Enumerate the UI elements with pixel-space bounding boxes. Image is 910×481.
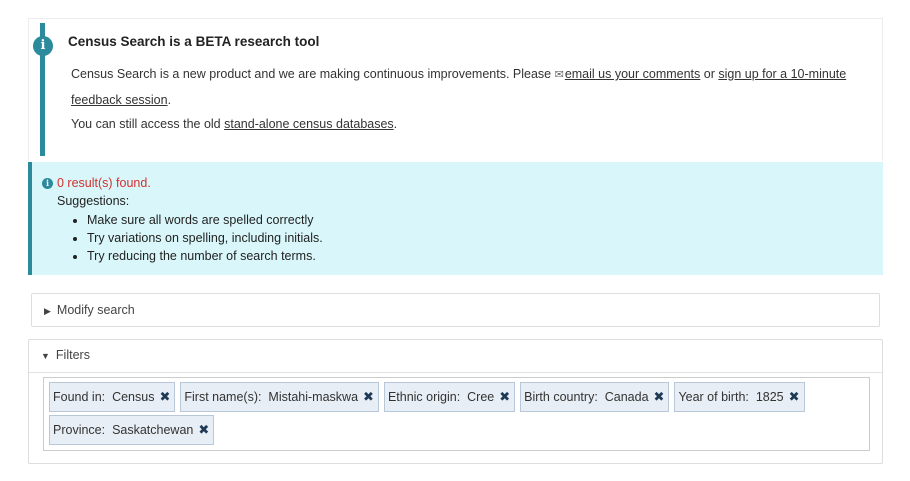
- beta-text-intro: Census Search is a new product and we ar…: [71, 67, 555, 81]
- collapsed-triangle-icon: ▶: [44, 306, 51, 316]
- beta-text-period: .: [167, 93, 172, 107]
- expanded-triangle-icon: ▼: [41, 351, 50, 361]
- chip-label: Ethnic origin:: [387, 390, 461, 404]
- filters-header[interactable]: ▼ Filters: [29, 340, 882, 373]
- chip-space: [105, 390, 112, 404]
- suggestions-title: Suggestions:: [57, 194, 130, 208]
- chip-value: Saskatchewan: [112, 423, 194, 437]
- filter-chips: Found in: Census ✖ First name(s): Mistahi…: [49, 382, 869, 448]
- chip-value: Mistahi-maskwa: [268, 390, 359, 404]
- chip-space: [749, 390, 756, 404]
- filters-chip-container: Found in: Census ✖ First name(s): Mistahi…: [43, 377, 870, 451]
- remove-filter-icon[interactable]: ✖: [198, 422, 209, 438]
- chip-value: Cree: [467, 390, 495, 404]
- chip-label: First name(s):: [184, 390, 262, 404]
- suggestion-item: Make sure all words are spelled correctl…: [87, 211, 323, 229]
- chip-label: Found in:: [53, 390, 106, 404]
- beta-paragraph-feedback: Census Search is a new product and we ar…: [71, 62, 871, 113]
- beta-paragraph-old-db: You can still access the old stand-alone…: [71, 114, 397, 134]
- beta-text-old: You can still access the old: [71, 117, 225, 131]
- filter-chip-first-name: First name(s): Mistahi-maskwa ✖: [180, 382, 379, 412]
- chip-label: Year of birth:: [678, 390, 749, 404]
- filter-chip-province: Province: Saskatchewan ✖: [49, 415, 215, 445]
- filters-panel: ▼ Filters Found in: Census ✖ First name(s)…: [28, 339, 883, 464]
- suggestion-item: Try reducing the number of search terms.: [87, 247, 323, 265]
- beta-title: Census Search is a BETA research tool: [68, 34, 320, 49]
- chip-space: [598, 390, 605, 404]
- results-panel: i 0 result(s) found. Suggestions: Make s…: [28, 162, 883, 275]
- suggestion-item: Try variations on spelling, including in…: [87, 229, 323, 247]
- remove-filter-icon[interactable]: ✖: [654, 389, 665, 405]
- remove-filter-icon[interactable]: ✖: [499, 389, 510, 405]
- modify-search-toggle[interactable]: ▶ Modify search: [44, 303, 135, 317]
- chip-value: Census: [112, 390, 155, 404]
- chip-label: Province:: [53, 423, 106, 437]
- suggestions-list: Make sure all words are spelled correctl…: [57, 211, 323, 265]
- chip-space: [105, 423, 112, 437]
- old-databases-link[interactable]: stand-alone census databases: [224, 117, 394, 131]
- chip-space: [460, 390, 467, 404]
- results-count: 0 result(s) found.: [57, 176, 151, 190]
- modify-search-panel[interactable]: ▶ Modify search: [31, 293, 880, 327]
- filters-label: Filters: [55, 348, 90, 362]
- chip-space: [261, 390, 268, 404]
- modify-search-label: Modify search: [56, 303, 135, 317]
- envelope-icon: ✉: [554, 69, 564, 81]
- remove-filter-icon[interactable]: ✖: [363, 389, 374, 405]
- remove-filter-icon[interactable]: ✖: [789, 389, 800, 405]
- filter-chip-found-in: Found in: Census ✖: [49, 382, 176, 412]
- filters-toggle[interactable]: ▼ Filters: [41, 348, 90, 362]
- remove-filter-icon[interactable]: ✖: [159, 389, 170, 405]
- filter-chip-birth-country: Birth country: Canada ✖: [520, 382, 670, 412]
- filter-chip-year-of-birth: Year of birth: 1825 ✖: [674, 382, 805, 412]
- beta-text-period-2: .: [393, 117, 398, 131]
- chip-value: 1825: [755, 390, 784, 404]
- info-icon: i: [33, 36, 53, 56]
- filter-chip-ethnic-origin: Ethnic origin: Cree ✖: [383, 382, 516, 412]
- beta-notice: i Census Search is a BETA research tool …: [28, 18, 883, 161]
- email-comments-link[interactable]: email us your comments: [565, 67, 700, 81]
- chip-label: Birth country:: [524, 390, 598, 404]
- chip-value: Canada: [604, 390, 649, 404]
- info-icon-small: i: [42, 178, 53, 189]
- beta-text-or: or: [700, 67, 719, 81]
